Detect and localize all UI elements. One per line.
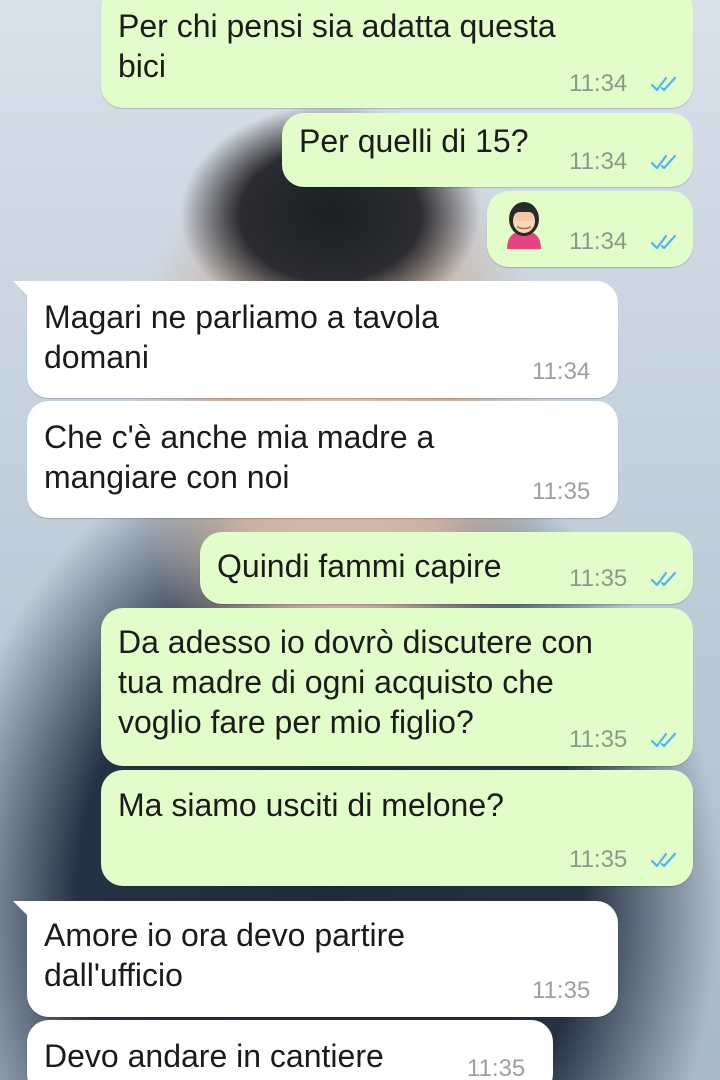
message-text: Devo andare in cantiere <box>44 1038 384 1074</box>
double-check-icon <box>650 571 677 587</box>
message-time: 11:35 <box>569 846 628 873</box>
message-time: 11:34 <box>569 70 628 97</box>
message-text: Per chi pensi sia adatta questa bici <box>118 8 556 84</box>
message-text: Quindi fammi capire <box>217 548 502 584</box>
message-text: Ma siamo usciti di melone? <box>118 787 504 823</box>
outgoing-message[interactable]: Ma siamo usciti di melone? 11:35 <box>101 770 693 886</box>
bubble-tail <box>13 281 31 299</box>
woman-facepalming-emoji <box>507 202 541 249</box>
message-time: 11:34 <box>569 148 628 175</box>
outgoing-message[interactable]: Da adesso io dovrò discutere con tua mad… <box>101 608 693 766</box>
outgoing-message[interactable]: Per chi pensi sia adatta questa bici 11:… <box>101 0 693 108</box>
message-time: 11:35 <box>467 1055 526 1080</box>
incoming-message[interactable]: Che c'è anche mia madre a mangiare con n… <box>27 401 618 518</box>
outgoing-message[interactable]: 11:34 <box>487 191 693 267</box>
double-check-icon <box>650 154 677 170</box>
message-time: 11:35 <box>569 565 628 592</box>
message-time: 11:35 <box>532 478 591 505</box>
message-text: Amore io ora devo partire dall'ufficio <box>44 917 406 993</box>
message-time: 11:35 <box>532 977 591 1004</box>
bubble-tail <box>13 901 31 919</box>
double-check-icon <box>650 852 677 868</box>
double-check-icon <box>650 76 677 92</box>
double-check-icon <box>650 732 677 748</box>
outgoing-message[interactable]: Quindi fammi capire 11:35 <box>200 532 693 604</box>
incoming-message[interactable]: Amore io ora devo partire dall'ufficio 1… <box>13 901 618 1017</box>
double-check-icon <box>650 234 677 250</box>
message-time: 11:34 <box>532 358 591 385</box>
message-time: 11:35 <box>569 726 628 753</box>
message-list[interactable]: Per chi pensi sia adatta questa bici 11:… <box>0 0 720 1080</box>
message-text: Magari ne parliamo a tavola domani <box>44 299 439 375</box>
message-text: Per quelli di 15? <box>299 123 529 159</box>
incoming-message[interactable]: Magari ne parliamo a tavola domani 11:34 <box>13 281 618 398</box>
message-text: Da adesso io dovrò discutere con tua mad… <box>118 624 593 740</box>
message-text: Che c'è anche mia madre a mangiare con n… <box>44 419 435 495</box>
incoming-message[interactable]: Devo andare in cantiere 11:35 <box>27 1020 553 1080</box>
message-time: 11:34 <box>569 228 628 255</box>
outgoing-message[interactable]: Per quelli di 15? 11:34 <box>282 113 693 187</box>
